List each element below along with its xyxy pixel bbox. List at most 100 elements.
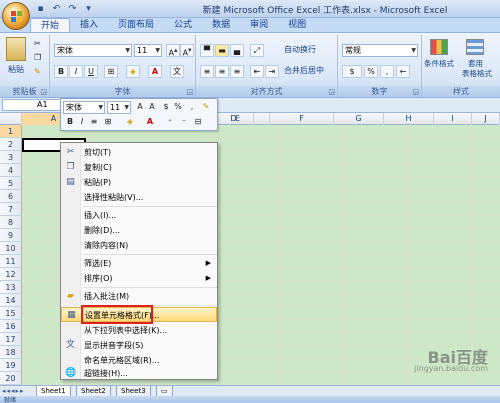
row-header[interactable]: 10 [0,242,22,255]
column-header-j[interactable]: J [472,113,500,125]
menu-item-sort[interactable]: 排序(O) ▶ [61,271,217,286]
orientation-icon[interactable]: ⤢ [250,44,264,57]
fill-color-icon[interactable]: ◈ [126,65,140,78]
row-header[interactable]: 17 [0,333,22,346]
tab-formulas[interactable]: 公式 [164,18,202,33]
menu-item-cut[interactable]: ✂ 剪切(T) [61,145,217,160]
row-header[interactable]: 14 [0,294,22,307]
row-header[interactable]: 12 [0,268,22,281]
menu-item-show-phonetic[interactable]: 文显示拼音字段(S) [61,338,217,353]
italic-icon[interactable]: I [69,65,83,78]
mini-merge-icon[interactable]: ⊟ [191,116,205,129]
menu-item-filter[interactable]: 筛选(E) ▶ [61,256,217,271]
column-header-f[interactable]: F [270,113,334,125]
row-header[interactable]: 7 [0,203,22,216]
align-right-icon[interactable]: ≡ [230,65,244,78]
alignment-launcher-icon[interactable]: ◲ [328,88,335,96]
grow-font-icon[interactable]: A▴ [166,44,180,58]
mini-font-color-icon[interactable]: A [143,116,157,129]
align-middle-icon[interactable]: ▬ [215,44,229,57]
mini-fill-color-icon[interactable]: ◈ [123,116,137,129]
tab-review[interactable]: 审阅 [240,18,278,33]
menu-item-clear-contents[interactable]: 清除内容(N) [61,238,217,253]
borders-icon[interactable]: ⊞ [104,65,118,78]
mini-comma-icon[interactable]: , [185,101,199,114]
align-bottom-icon[interactable]: ▄ [230,44,244,57]
merge-center-button[interactable]: 合并后居中 [284,64,324,78]
menu-item-pick-from-list[interactable]: 从下拉列表中选择(K)... [61,323,217,338]
mini-increase-decimal-icon[interactable]: ⁺ [163,116,177,129]
select-all-corner[interactable] [0,113,22,125]
menu-item-paste[interactable]: ▤ 粘贴(P) [61,175,217,190]
row-header[interactable]: 11 [0,255,22,268]
column-header-h[interactable]: H [384,113,434,125]
menu-item-hyperlink[interactable]: 🌐 超链接(H)... [61,367,217,380]
align-center-icon[interactable]: ≡ [215,65,229,78]
shrink-font-icon[interactable]: A▾ [180,44,194,58]
mini-borders-icon[interactable]: ⊞ [101,116,115,129]
row-header[interactable]: 9 [0,229,22,242]
font-color-icon[interactable]: A [148,65,162,78]
mini-align-center-icon[interactable]: ≡ [87,116,101,129]
format-as-table-label2[interactable]: 表格格式 [462,67,492,81]
paste-icon[interactable] [6,37,26,61]
row-header[interactable]: 19 [0,359,22,372]
menu-item-delete[interactable]: 删除(D)... [61,223,217,238]
font-launcher-icon[interactable]: ◲ [186,88,193,96]
office-button[interactable] [2,2,30,30]
percent-icon[interactable]: % [364,65,378,78]
row-header[interactable]: 8 [0,216,22,229]
wrap-text-button[interactable]: 自动换行 [284,43,316,57]
menu-item-insert[interactable]: 插入(I)... [61,208,217,223]
tab-page-layout[interactable]: 页面布局 [108,18,164,33]
menu-item-copy[interactable]: ❐ 复制(C) [61,160,217,175]
paste-button[interactable]: 粘贴 [8,63,24,77]
mini-font-size-box[interactable]: 11 ▼ [107,101,131,114]
font-size-box[interactable]: 11 ▼ [134,44,162,57]
tab-view[interactable]: 视图 [278,18,316,33]
comma-icon[interactable]: , [380,65,394,78]
mini-shrink-font-icon[interactable]: A [145,101,159,114]
mini-decrease-decimal-icon[interactable]: ⁻ [177,116,191,129]
tab-data[interactable]: 数据 [202,18,240,33]
column-header-i[interactable]: I [434,113,472,125]
increase-indent-icon[interactable]: ⇥ [265,65,279,78]
tab-home[interactable]: 开始 [30,18,71,33]
underline-icon[interactable]: U [84,65,98,78]
row-header[interactable]: 20 [0,372,22,385]
row-header[interactable]: 1 [0,125,22,138]
font-name-box[interactable]: 宋体 ▼ [54,44,132,57]
menu-item-paste-special[interactable]: 选择性粘贴(V)... [61,190,217,205]
menu-item-insert-comment[interactable]: ▰ 插入批注(M) [61,289,217,304]
format-as-table-icon[interactable] [466,39,484,55]
clipboard-launcher-icon[interactable]: ◲ [40,88,47,96]
copy-icon[interactable]: ❐ [34,51,41,65]
mini-format-painter-icon[interactable]: ✎ [199,101,213,114]
column-header-g[interactable]: G [334,113,384,125]
row-header[interactable]: 16 [0,320,22,333]
number-launcher-icon[interactable]: ◲ [412,88,419,96]
row-header[interactable]: 18 [0,346,22,359]
number-format-box[interactable]: 常规 ▼ [342,44,418,57]
row-header[interactable]: 3 [0,151,22,164]
menu-item-define-name[interactable]: 命名单元格区域(R)... [61,353,217,368]
align-left-icon[interactable]: ≡ [200,65,214,78]
row-header[interactable]: 5 [0,177,22,190]
decrease-indent-icon[interactable]: ⇤ [250,65,264,78]
row-header[interactable]: 13 [0,281,22,294]
currency-icon[interactable]: $ [342,65,362,78]
conditional-format-icon[interactable] [430,39,448,55]
sheet-nav-buttons[interactable]: ◂◂◂▸▸ [2,387,25,395]
mini-font-name-box[interactable]: 宋体 ▼ [63,101,105,114]
row-header[interactable]: 2 [0,138,22,151]
phonetic-icon[interactable]: 文 [170,65,184,78]
row-header[interactable]: 6 [0,190,22,203]
row-header[interactable]: 15 [0,307,22,320]
cut-icon[interactable]: ✂ [34,37,41,51]
format-painter-icon[interactable]: ✎ [34,65,41,79]
conditional-format-button[interactable]: 条件格式 [424,57,454,71]
mini-percent-icon[interactable]: % [171,101,185,114]
tab-insert[interactable]: 插入 [70,18,108,33]
increase-decimal-icon[interactable]: ← [396,65,410,78]
row-header[interactable]: 4 [0,164,22,177]
